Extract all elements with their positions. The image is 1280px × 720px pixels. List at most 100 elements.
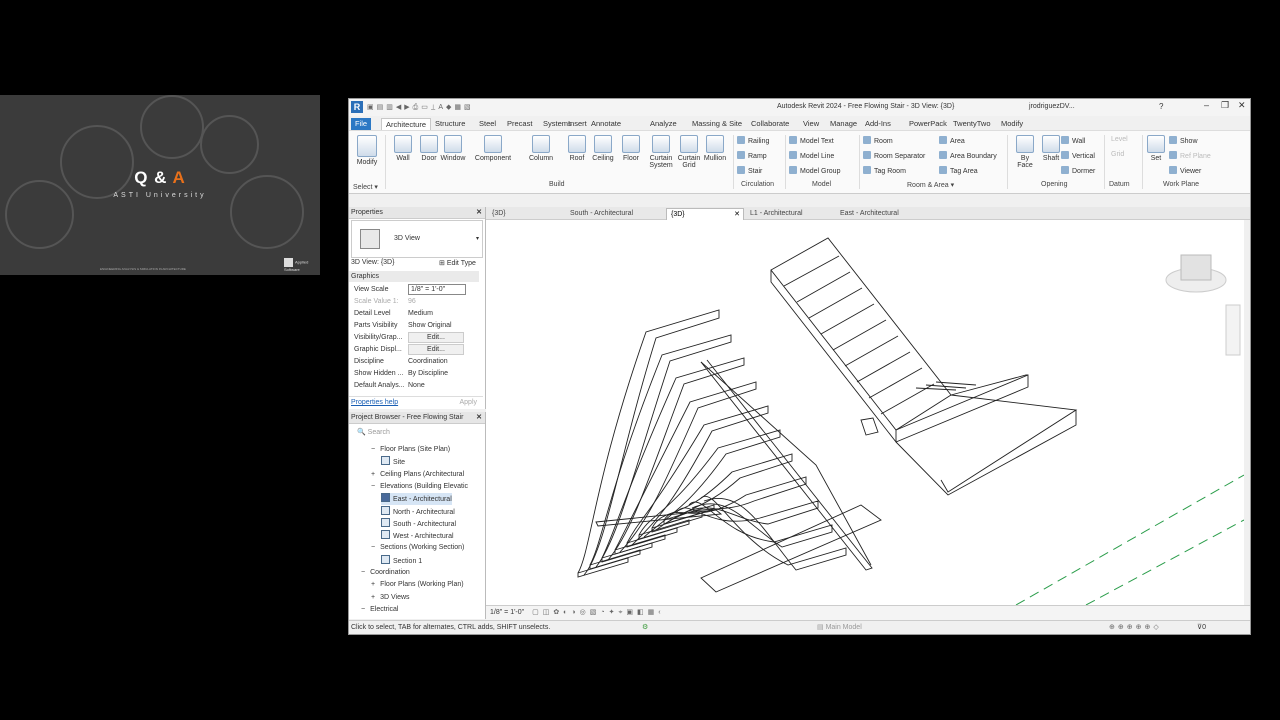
browser-tree-item[interactable]: West - Architectural — [381, 530, 454, 542]
tab-annotate[interactable]: Annotate — [587, 118, 625, 130]
tab-powerpack[interactable]: PowerPack — [905, 118, 951, 130]
properties-help-link[interactable]: Properties help — [351, 399, 398, 406]
edit-button[interactable]: Edit... — [408, 332, 464, 343]
instance-selector[interactable]: 3D View: {3D} — [351, 259, 394, 266]
workplane-set-button[interactable]: Set — [1145, 135, 1167, 162]
build-component-button[interactable]: Component — [471, 135, 515, 162]
quick-access-toolbar[interactable]: ▣▤▥◀▶⎙▭⟂A◆▦▧ — [367, 103, 474, 112]
collapse-icon[interactable]: − — [371, 446, 375, 453]
tab-analyze[interactable]: Analyze — [646, 118, 681, 130]
help-icon[interactable]: ? — [1159, 102, 1163, 111]
edit-button[interactable]: Edit... — [408, 344, 464, 355]
drawing-canvas[interactable] — [486, 220, 1245, 606]
tab-structure[interactable]: Structure — [431, 118, 469, 130]
property-row[interactable]: Detail Level Medium — [354, 308, 476, 319]
build-floor-button[interactable]: Floor — [617, 135, 645, 162]
opening-by-face-button[interactable]: By Face — [1013, 135, 1037, 169]
build-roof-button[interactable]: Roof — [563, 135, 591, 162]
room-tag-room-button[interactable]: Tag Room — [863, 166, 906, 175]
property-value[interactable]: Edit... — [408, 332, 464, 343]
tab-add-ins[interactable]: Add-Ins — [861, 118, 895, 130]
tab-view[interactable]: View — [799, 118, 823, 130]
property-row[interactable]: Visibility/Grap... Edit... — [354, 332, 476, 343]
restore-button[interactable]: ❐ — [1221, 100, 1229, 111]
room-area-group-label[interactable]: Room & Area ▾ — [907, 181, 954, 189]
expand-icon[interactable]: + — [371, 581, 375, 588]
tab-file[interactable]: File — [351, 118, 372, 130]
worksets-icon[interactable]: ⚙ — [642, 621, 648, 634]
property-row[interactable]: Scale Value 1: 96 — [354, 296, 476, 307]
build-curtain-system-button[interactable]: Curtain System — [647, 135, 675, 169]
opening-dormer-button[interactable]: Dormer — [1061, 166, 1095, 175]
model-model-group-button[interactable]: Model Group — [789, 166, 840, 175]
collapse-icon[interactable]: − — [361, 606, 365, 613]
model-model-line-button[interactable]: Model Line — [789, 151, 834, 160]
collapse-icon[interactable]: − — [371, 483, 375, 490]
type-selector[interactable]: 3D View ▾ — [351, 220, 483, 258]
datum-level-button[interactable]: Level — [1111, 136, 1128, 143]
build-window-button[interactable]: Window — [439, 135, 467, 162]
workplane-ref-plane-button[interactable]: Ref Plane — [1169, 151, 1211, 160]
browser-tree-item[interactable]: Site — [381, 456, 405, 468]
user-account[interactable]: jrodriguezDV... — [1029, 103, 1075, 110]
circ-railing-button[interactable]: Railing — [737, 136, 769, 145]
area-area-button[interactable]: Area — [939, 136, 965, 145]
view-scale[interactable]: 1/8" = 1'-0" — [490, 609, 524, 616]
build-column-button[interactable]: Column — [527, 135, 555, 162]
tab-manage[interactable]: Manage — [826, 118, 861, 130]
browser-tree-item[interactable]: − Floor Plans (Site Plan) — [371, 444, 450, 456]
minimize-button[interactable]: – — [1204, 100, 1209, 110]
navigation-bar[interactable] — [1225, 304, 1241, 356]
browser-tree-item[interactable]: North - Architectural — [381, 505, 455, 518]
graphics-section[interactable]: Graphics — [349, 271, 479, 282]
model-model-text-button[interactable]: Model Text — [789, 136, 834, 145]
collapse-icon[interactable]: − — [371, 544, 375, 551]
tab-precast[interactable]: Precast — [503, 118, 536, 130]
view-tab[interactable]: {3D} — [488, 208, 566, 219]
view-tab[interactable]: South - Architectural — [566, 208, 670, 219]
browser-tree-item[interactable]: + Floor Plans (Working Plan) — [371, 579, 464, 591]
browser-tree-item[interactable]: − Sections (Working Section) — [371, 542, 464, 554]
property-row[interactable]: Discipline Coordination — [354, 356, 476, 367]
browser-tree-item[interactable]: +3D Views — [371, 592, 410, 604]
model-selector[interactable]: ▤ Main Model — [817, 621, 947, 634]
viewcube-icon[interactable] — [1165, 254, 1227, 293]
browser-tree-item[interactable]: − Coordination — [361, 567, 410, 579]
view-tab[interactable]: L1 - Architectural — [746, 208, 838, 219]
opening-wall-button[interactable]: Wall — [1061, 136, 1085, 145]
build-mullion-button[interactable]: Mullion — [701, 135, 729, 162]
close-button[interactable]: ✕ — [1238, 100, 1246, 111]
room-room-button[interactable]: Room — [863, 136, 893, 145]
opening-shaft-button[interactable]: Shaft — [1039, 135, 1063, 162]
view-tab[interactable]: East - Architectural — [836, 208, 934, 219]
area-area-boundary-button[interactable]: Area Boundary — [939, 151, 997, 160]
browser-search[interactable]: 🔍 Search — [357, 428, 475, 439]
property-value[interactable]: Edit... — [408, 344, 464, 355]
tab-steel[interactable]: Steel — [475, 118, 500, 130]
browser-tree-item[interactable]: − Elevations (Building Elevatic — [371, 481, 468, 493]
build-curtain-grid-button[interactable]: Curtain Grid — [675, 135, 703, 169]
workplane-viewer-button[interactable]: Viewer — [1169, 166, 1201, 175]
area-tag-area-button[interactable]: Tag Area — [939, 166, 978, 175]
value-text[interactable]: 1/8" = 1'-0" — [408, 284, 466, 295]
property-row[interactable]: Parts Visibility Show Original — [354, 320, 476, 331]
circ-ramp-button[interactable]: Ramp — [737, 151, 767, 160]
browser-tree-item[interactable]: − Electrical — [361, 604, 399, 616]
tab-twentytwo[interactable]: TwentyTwo — [949, 118, 995, 130]
build-wall-button[interactable]: Wall — [389, 135, 417, 162]
expand-icon[interactable]: + — [371, 594, 375, 601]
view-tab[interactable]: {3D} ✕ — [666, 208, 744, 220]
view-control-icons[interactable]: ▢◫✿◐◑◎▧◔✦⌖▣◧▦‹ — [532, 609, 664, 616]
close-icon[interactable]: ✕ — [734, 209, 740, 220]
browser-tree-item[interactable]: + Ceiling Plans (Architectural — [371, 469, 464, 481]
filter-icon[interactable]: ⊽0 — [1197, 621, 1206, 634]
expand-icon[interactable]: + — [371, 471, 375, 478]
tab-massing-site[interactable]: Massing & Site — [688, 118, 746, 130]
property-row[interactable]: View Scale 1/8" = 1'-0" — [354, 284, 476, 295]
property-row[interactable]: Graphic Displ... Edit... — [354, 344, 476, 355]
edit-type-button[interactable]: ⊞ Edit Type — [439, 259, 476, 267]
datum-grid-button[interactable]: Grid — [1111, 151, 1124, 158]
collapse-icon[interactable]: − — [361, 569, 365, 576]
apply-button[interactable]: Apply — [459, 397, 477, 409]
browser-tree-item[interactable]: South - Architectural — [381, 517, 456, 530]
